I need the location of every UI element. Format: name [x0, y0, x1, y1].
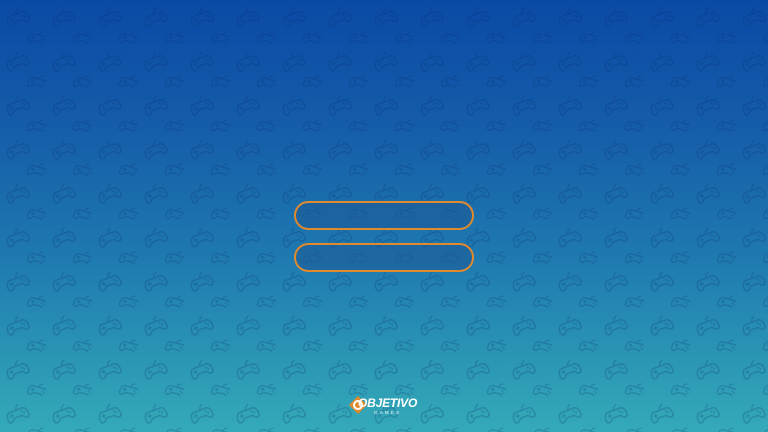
- menu-button-1[interactable]: [294, 201, 474, 230]
- main-menu: [294, 201, 474, 285]
- logo-subtitle: GAMES: [374, 410, 402, 415]
- menu-button-2[interactable]: [294, 243, 474, 272]
- game-start-screen: { "menu": { "buttons": [ {"label": ""}, …: [0, 0, 768, 432]
- objetivo-games-logo: OBJETIVO GAMES: [349, 394, 421, 420]
- logo-wordmark: OBJETIVO: [358, 396, 418, 410]
